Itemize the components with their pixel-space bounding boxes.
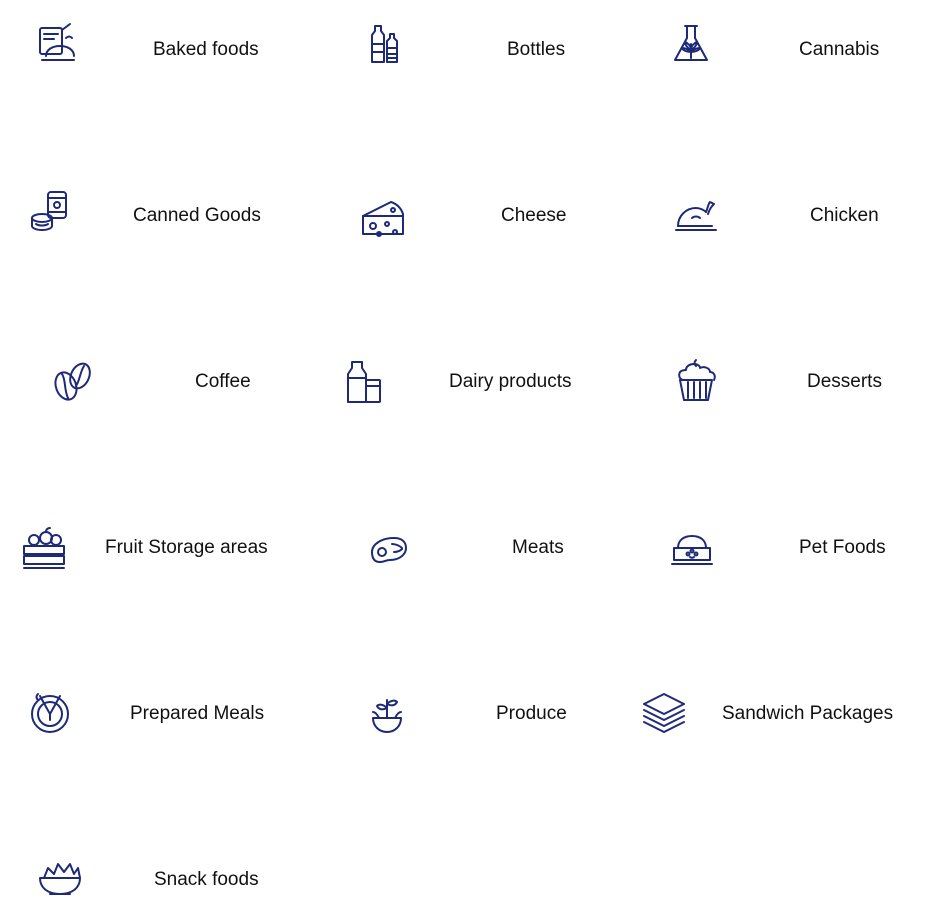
category-label: Chicken [810, 205, 879, 226]
category-label: Snack foods [154, 869, 259, 890]
desserts-icon [672, 356, 720, 404]
category-label: Desserts [807, 371, 882, 392]
cheese-icon [359, 194, 407, 242]
category-produce[interactable]: Produce [316, 684, 632, 744]
category-label: Bottles [507, 39, 566, 60]
category-desserts[interactable]: Desserts [632, 352, 950, 412]
produce-icon [363, 690, 411, 738]
category-label: Meats [512, 537, 564, 558]
category-coffee[interactable]: Coffee [0, 352, 316, 412]
category-label: Coffee [195, 371, 251, 392]
category-label: Produce [496, 703, 567, 724]
snack-foods-icon [36, 854, 84, 902]
category-grid: Baked foods Bottles Cannabis Canned Good… [0, 0, 950, 910]
pet-foods-icon [668, 524, 716, 572]
category-bottles[interactable]: Bottles [316, 20, 632, 80]
category-sandwich-packages[interactable]: Sandwich Packages [632, 684, 950, 744]
cannabis-icon [667, 20, 715, 68]
category-baked-foods[interactable]: Baked foods [0, 20, 316, 80]
chicken-icon [672, 190, 720, 238]
category-cheese[interactable]: Cheese [316, 186, 632, 246]
category-prepared-meals[interactable]: Prepared Meals [0, 684, 316, 744]
prepared-meals-icon [26, 688, 74, 736]
category-canned-goods[interactable]: Canned Goods [0, 186, 316, 246]
category-meats[interactable]: Meats [316, 518, 632, 578]
category-pet-foods[interactable]: Pet Foods [632, 518, 950, 578]
category-cannabis[interactable]: Cannabis [632, 20, 950, 80]
fruit-storage-icon [20, 524, 68, 572]
category-label: Cheese [501, 205, 567, 226]
canned-goods-icon [26, 186, 74, 234]
category-label: Dairy products [449, 371, 572, 392]
category-dairy-products[interactable]: Dairy products [316, 352, 632, 412]
category-snack-foods[interactable]: Snack foods [0, 850, 316, 910]
sandwich-packages-icon [640, 688, 688, 736]
category-label: Canned Goods [133, 205, 261, 226]
bottles-icon [361, 20, 409, 68]
baked-foods-icon [32, 20, 80, 68]
meats-icon [364, 524, 412, 572]
category-chicken[interactable]: Chicken [632, 186, 950, 246]
category-label: Baked foods [153, 39, 259, 60]
category-label: Fruit Storage areas [105, 537, 268, 558]
coffee-icon [48, 358, 96, 406]
dairy-products-icon [342, 358, 390, 406]
category-label: Cannabis [799, 39, 880, 60]
category-label: Prepared Meals [130, 703, 265, 724]
category-label: Pet Foods [799, 537, 886, 558]
category-fruit-storage[interactable]: Fruit Storage areas [0, 518, 316, 578]
category-label: Sandwich Packages [722, 703, 894, 724]
